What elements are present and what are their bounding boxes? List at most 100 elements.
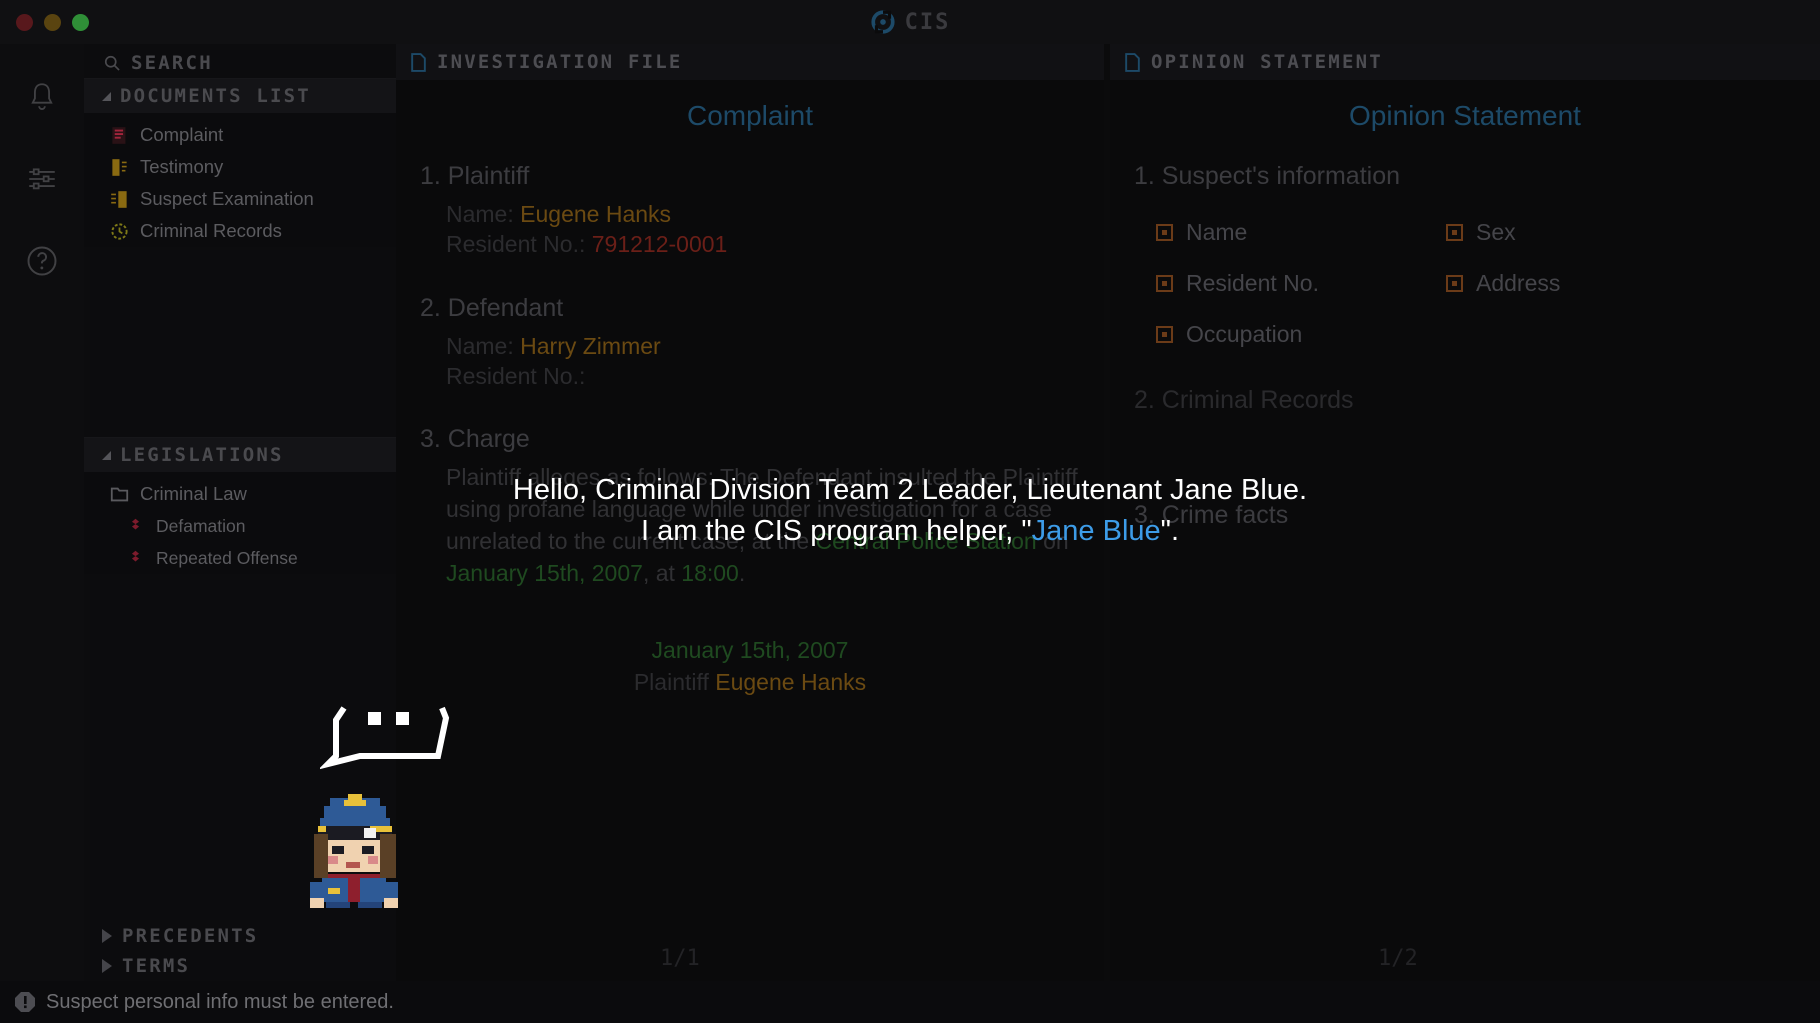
app-root: CIS SEARCH DOCUMENTS LIST Complaint Test… (0, 0, 1820, 1023)
signature-name: Eugene Hanks (715, 669, 867, 696)
sidebar-item-label: Testimony (140, 156, 224, 177)
app-title-group: CIS (0, 0, 1820, 44)
notifications-button[interactable] (19, 74, 65, 120)
testimony-doc-icon (112, 158, 127, 176)
help-button[interactable] (19, 238, 65, 284)
sidebar-item-suspect-examination[interactable]: Suspect Examination (84, 183, 396, 215)
field-label: Resident No.: (446, 363, 586, 390)
checkbox-name[interactable]: Name (1156, 219, 1446, 246)
precedents-label: PRECEDENTS (122, 925, 259, 947)
title-bar: CIS (0, 0, 1820, 44)
caret-down-icon (102, 91, 111, 101)
sidebar-item-label: Suspect Examination (140, 188, 314, 209)
checkbox-icon[interactable] (1156, 224, 1173, 241)
sidebar-item-testimony[interactable]: Testimony (84, 151, 396, 183)
sidebar-item-criminal-law[interactable]: Criminal Law (84, 478, 396, 510)
checkbox-label: Address (1476, 270, 1561, 296)
checkbox-label: Occupation (1186, 321, 1303, 347)
section-heading: 1. Suspect's information (1134, 162, 1401, 190)
plaintiff-rrn-row: Resident No.: 791212-0001 (420, 229, 1080, 259)
app-title: CIS (904, 9, 951, 35)
charge-paragraph: Plaintiff alleges as follows: The Defend… (420, 462, 1080, 589)
law-item-icon (131, 550, 140, 561)
bell-icon (31, 83, 53, 110)
document-icon (411, 52, 426, 72)
folder-icon (110, 487, 129, 501)
checkbox-icon[interactable] (1446, 224, 1463, 241)
defendant-rrn-row: Resident No.: (420, 361, 1080, 391)
precedents-header[interactable]: PRECEDENTS (84, 921, 396, 951)
caret-down-icon (102, 450, 111, 460)
sidebar-item-label: Defamation (156, 515, 246, 536)
checkbox-occupation[interactable]: Occupation (1156, 321, 1446, 348)
checkbox-row: Occupation (1156, 321, 1796, 348)
document-title: Complaint (686, 100, 814, 131)
checkbox-icon[interactable] (1446, 275, 1463, 292)
checkbox-address[interactable]: Address (1446, 270, 1736, 297)
checkbox-label: Resident No. (1186, 270, 1319, 296)
charge-text-run: on (1036, 527, 1069, 554)
checkbox-icon[interactable] (1156, 326, 1173, 343)
investigation-file-panel: Complaint 1. Plaintiff Name: Eugene Hank… (396, 80, 1104, 981)
sidebar-footer: PRECEDENTS TERMS (84, 921, 396, 981)
document-body: 1. Suspect's information Name Sex Reside… (1110, 162, 1820, 530)
sidebar-item-label: Repeated Offense (156, 547, 298, 568)
investigation-file-header[interactable]: INVESTIGATION FILE (396, 44, 1104, 80)
suspect-info-checklist: Name Sex Resident No. Address Occupation (1134, 219, 1796, 348)
checkbox-resident-no[interactable]: Resident No. (1156, 270, 1446, 297)
search-label: SEARCH (131, 52, 213, 74)
status-message: Suspect personal info must be entered. (46, 990, 394, 1013)
signature-role: Plaintiff (633, 669, 716, 696)
opinion-statement-panel: Opinion Statement 1. Suspect's informati… (1110, 80, 1820, 981)
charge-text-run: Central Police Station (815, 527, 1037, 554)
charge-text-run: . (738, 559, 746, 586)
documents-list-header[interactable]: DOCUMENTS LIST (84, 78, 396, 113)
question-mark-icon (27, 246, 57, 276)
checkbox-sex[interactable]: Sex (1446, 219, 1736, 246)
field-value: Eugene Hanks (520, 201, 672, 227)
law-item-icon (131, 518, 140, 529)
caret-right-icon (102, 929, 112, 943)
sidebar-item-label: Complaint (140, 124, 224, 145)
checkbox-row: Name Sex (1156, 219, 1796, 246)
document-icon (1125, 52, 1140, 72)
charge-text-run: January 15th, 2007 (446, 559, 643, 586)
section-heading: 1. Plaintiff (420, 162, 530, 190)
signature-date: January 15th, 2007 (651, 637, 849, 664)
status-bar: Suspect personal info must be entered. (0, 981, 1820, 1023)
document-body: 1. Plaintiff Name: Eugene Hanks Resident… (396, 162, 1104, 699)
section-heading: 3. Charge (420, 425, 530, 454)
terms-label: TERMS (122, 955, 191, 977)
criminal-records-doc-icon (111, 222, 128, 240)
speech-bubble (320, 706, 450, 770)
icon-rail (0, 44, 84, 1023)
search-row[interactable]: SEARCH (84, 44, 396, 78)
opinion-statement-header[interactable]: OPINION STATEMENT (1110, 44, 1820, 80)
left-page-indicator: 1/1 (660, 946, 700, 971)
defendant-name-row: Name: Harry Zimmer (420, 331, 1080, 361)
caret-right-icon (102, 959, 112, 973)
field-label: Name: (446, 332, 514, 359)
legislations-header[interactable]: LEGISLATIONS (84, 437, 396, 472)
field-label: Resident No.: (446, 231, 586, 258)
sidebar-item-repeated-offense[interactable]: Repeated Offense (84, 542, 396, 574)
documents-list-label: DOCUMENTS LIST (120, 85, 311, 107)
settings-button[interactable] (19, 156, 65, 202)
checkbox-icon[interactable] (1156, 275, 1173, 292)
legislations-label: LEGISLATIONS (120, 444, 284, 466)
field-value: 791212-0001 (591, 231, 728, 258)
police-officer-sprite (310, 794, 398, 908)
sidebar-item-criminal-records[interactable]: Criminal Records (84, 215, 396, 247)
search-icon (104, 55, 120, 71)
panel-title: INVESTIGATION FILE (437, 51, 683, 73)
sidebar-item-complaint[interactable]: Complaint (84, 119, 396, 151)
documents-list: Complaint Testimony Suspect Examination (84, 113, 396, 247)
panel-title: OPINION STATEMENT (1151, 51, 1383, 73)
sidebar-item-defamation[interactable]: Defamation (84, 510, 396, 542)
terms-header[interactable]: TERMS (84, 951, 396, 981)
charge-text-run: , at (642, 559, 682, 586)
complaint-doc-icon (112, 126, 126, 144)
field-value: Harry Zimmer (520, 332, 661, 359)
charge-text-run: 18:00 (681, 559, 739, 586)
